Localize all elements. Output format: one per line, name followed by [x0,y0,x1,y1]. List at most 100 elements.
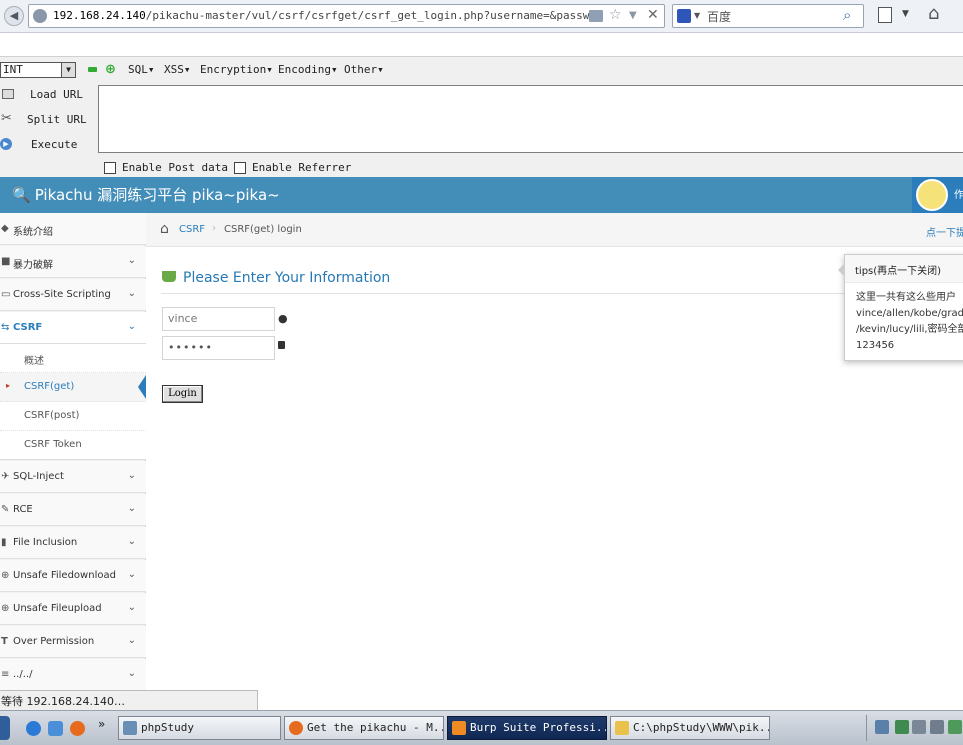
chevron-up-icon: ⌄ [127,321,136,332]
play-icon: ▶ [0,138,12,150]
split-url-label: Split URL [27,113,87,126]
sidebar-item-label: ../../ [13,669,33,680]
close-icon[interactable]: ✕ [647,7,659,23]
title-divider [161,293,963,294]
hackbar-menu-xss[interactable]: XSS▾ [164,63,191,76]
referrer-label: Enable Referrer [252,161,352,174]
execute-button[interactable]: ▶ Execute [0,135,95,157]
status-bar: 等待 192.168.24.140… [0,690,258,710]
post-data-checkbox-box[interactable] [104,162,116,174]
tips-body: 这里一共有这么些用户 vince/allen/kobe/grady /kevin… [856,292,963,351]
ie-icon[interactable] [26,721,41,736]
url-host: 192.168.24.140 [53,9,146,22]
username-input[interactable]: vince [162,307,275,331]
password-input[interactable]: •••••• [162,336,275,360]
search-engine-label: 百度 [707,10,732,24]
sidebar-item-csrf[interactable]: ⇆ CSRF ⌄ [0,312,146,344]
chevron-down-icon: ⌄ [127,635,136,646]
sidebar-item-unsafe-filedownload[interactable]: ⊕ Unsafe Filedownload ⌄ [0,560,146,592]
search-icon[interactable]: ⌕ [843,6,851,24]
split-url-button[interactable]: ✂ Split URL [0,110,95,132]
post-data-label: Enable Post data [122,161,228,174]
hackbar-type-select[interactable]: INT ▼ [0,62,76,78]
taskbar-item-phpstudy[interactable]: phpStudy [118,716,281,740]
login-button[interactable]: Login [162,385,203,403]
tray-network-icon[interactable] [895,720,909,734]
firefox-icon[interactable] [70,721,85,736]
enable-post-data-checkbox[interactable]: Enable Post data [104,161,228,174]
baidu-icon[interactable] [677,9,691,23]
tray-app-icon[interactable] [948,720,962,734]
plus-icon[interactable]: ⊕ [105,62,116,77]
bookmark-icon[interactable] [878,7,892,23]
sidebar-sub-overview[interactable]: 概述 [0,344,146,373]
sidebar-sub-csrf-token[interactable]: CSRF Token [0,431,146,460]
tips-link[interactable]: 点一下提 [926,224,963,239]
tray-volume-icon[interactable] [930,720,944,734]
tips-popover[interactable]: tips(再点一下关闭) 这里一共有这么些用户 vince/allen/kobe… [838,254,963,361]
explorer-icon[interactable] [48,721,63,736]
folder-icon [615,721,629,735]
search-engine-dropdown-icon[interactable]: ▼ [694,11,700,20]
tray-display-icon[interactable] [912,720,926,734]
page-icon[interactable] [589,10,603,22]
chevron-down-icon[interactable]: ▼ [61,63,75,77]
sidebar-item-label: SQL-Inject [13,471,64,482]
dropdown-icon[interactable]: ▼ [629,10,637,21]
tray-separator [866,715,867,741]
load-url-button[interactable]: Load URL [0,85,95,107]
folder-icon: ≡ [1,669,10,680]
breadcrumb: ⌂ CSRF › CSRF(get) login 点一下提 [146,213,963,247]
home-icon[interactable]: ⌂ [928,3,939,24]
taskbar-item-firefox[interactable]: Get the pikachu - M... [284,716,444,740]
sidebar-item-unsafe-fileupload[interactable]: ⊕ Unsafe Fileupload ⌄ [0,593,146,625]
hackbar-menu-encoding[interactable]: Encoding▾ [278,63,338,76]
sidebar-item-label: Unsafe Fileupload [13,603,102,614]
taskbar-item-burp[interactable]: Burp Suite Professi... [447,716,607,740]
tips-title[interactable]: tips(再点一下关闭) [845,255,963,283]
quicklaunch-more-icon[interactable]: » [98,717,105,731]
sidebar-item-sql-inject[interactable]: ✈ SQL-Inject ⌄ [0,461,146,493]
chevron-down-icon: ⌄ [127,569,136,580]
taskbar-item-label: phpStudy [141,721,194,734]
enable-referrer-checkbox[interactable]: Enable Referrer [234,161,351,174]
hackbar-url-textarea[interactable] [98,85,963,153]
hackbar-menu-other[interactable]: Other▾ [344,63,384,76]
sidebar-sub-csrf-post[interactable]: CSRF(post) [0,402,146,431]
hackbar-menu-sql[interactable]: SQL▾ [128,63,155,76]
url-bar[interactable]: 192.168.24.140/pikachu-master/vul/csrf/c… [28,4,665,28]
fighter-jet-icon: ✈ [1,471,10,482]
tray-user-icon[interactable] [875,720,889,734]
brand-title[interactable]: 🔍 Pikachu 漏洞练习平台 pika~pika~ [12,184,280,205]
hackbar-menu-encryption[interactable]: Encryption▾ [200,63,273,76]
sidebar-item-rce[interactable]: ✎ RCE ⌄ [0,494,146,526]
firefox-icon [289,721,303,735]
search-bar[interactable]: ▼ 百度 ⌕ [672,4,864,28]
referrer-checkbox-box[interactable] [234,162,246,174]
sidebar-item-label: File Inclusion [13,537,78,548]
sidebar-item-bruteforce[interactable]: ■ 暴力破解 ⌄ [0,246,146,278]
sidebar-sub-csrf-get[interactable]: ▸ CSRF(get) [0,373,146,402]
taskbar-item-folder[interactable]: C:\phpStudy\WWW\pik... [610,716,770,740]
sidebar-item-file-inclusion[interactable]: ▮ File Inclusion ⌄ [0,527,146,559]
chevron-down-icon: ⌄ [127,536,136,547]
star-icon[interactable]: ☆ [609,7,622,23]
coffee-icon [162,271,176,282]
breadcrumb-section[interactable]: CSRF [179,224,205,235]
start-button[interactable] [0,716,10,740]
sidebar: ◆ 系统介绍 ■ 暴力破解 ⌄ ▭ Cross-Site Scripting ⌄… [0,213,146,691]
sidebar-item-xss[interactable]: ▭ Cross-Site Scripting ⌄ [0,279,146,311]
back-icon[interactable]: ◀ [4,6,24,26]
sidebar-item-dir-traversal[interactable]: ≡ ../../ ⌄ [0,659,146,691]
taskbar-item-label: C:\phpStudy\WWW\pik... [633,721,770,734]
menu-dropdown-icon[interactable]: ▼ [902,9,909,19]
user-menu[interactable]: 作 [912,177,963,213]
code-icon: ▭ [1,289,11,300]
sidebar-item-intro[interactable]: ◆ 系统介绍 [0,213,146,245]
minus-icon[interactable] [88,67,97,72]
status-text: 等待 192.168.24.140… [1,695,125,708]
home-icon[interactable]: ⌂ [160,221,169,237]
sidebar-item-label: Over Permission [13,636,95,647]
avatar[interactable] [916,179,948,211]
sidebar-item-over-permission[interactable]: T Over Permission ⌄ [0,626,146,658]
